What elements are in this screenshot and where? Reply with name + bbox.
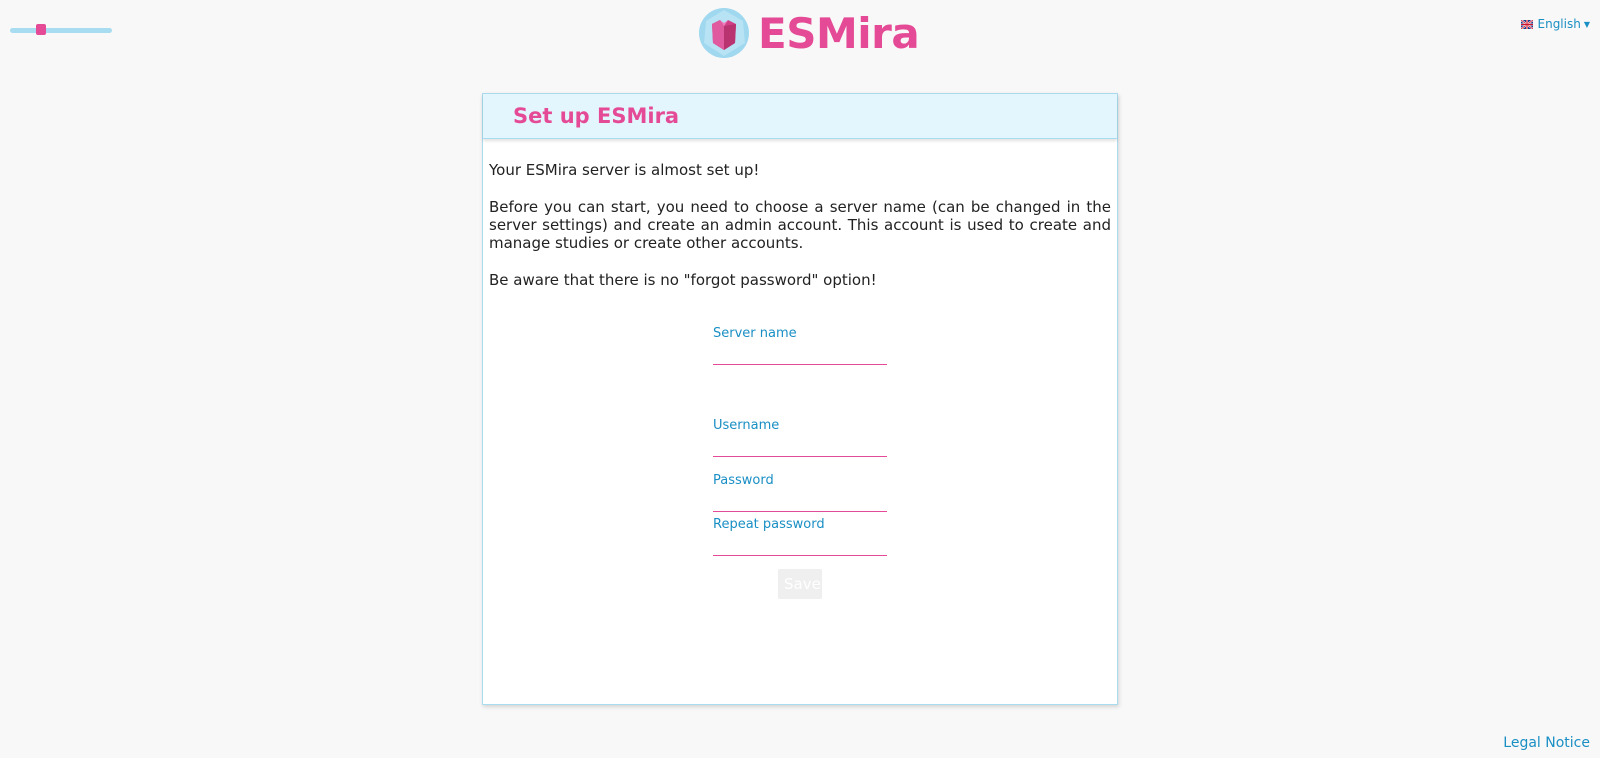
- top-bar: ESMira English ▼: [0, 0, 1600, 70]
- esmira-logo-icon: [699, 8, 749, 58]
- language-selector[interactable]: English ▼: [1520, 17, 1590, 31]
- legal-notice-link[interactable]: Legal Notice: [1503, 735, 1590, 751]
- brand-name: ESMira: [758, 8, 920, 58]
- zoom-slider[interactable]: [10, 24, 112, 35]
- repeat-password-input[interactable]: [713, 535, 887, 556]
- intro-text: Your ESMira server is almost set up!: [489, 161, 760, 179]
- description-text: Before you can start, you need to choose…: [489, 198, 1111, 252]
- uk-flag-icon: [1520, 19, 1533, 29]
- server-name-group: Server name: [713, 326, 887, 365]
- zoom-slider-thumb[interactable]: [36, 24, 46, 35]
- username-input[interactable]: [713, 436, 887, 457]
- zoom-slider-track[interactable]: [10, 28, 112, 33]
- repeat-password-group: Repeat password: [713, 517, 887, 556]
- server-name-label: Server name: [713, 326, 797, 341]
- password-label: Password: [713, 473, 774, 488]
- username-label: Username: [713, 418, 780, 433]
- password-input[interactable]: [713, 491, 887, 512]
- setup-card-body: Your ESMira server is almost set up! Bef…: [483, 139, 1117, 289]
- setup-card-header: Set up ESMira: [483, 94, 1117, 139]
- brand-logo: ESMira: [698, 7, 920, 59]
- server-name-input[interactable]: [713, 344, 887, 365]
- language-label[interactable]: English: [1538, 17, 1581, 31]
- password-group: Password: [713, 473, 887, 512]
- warning-text: Be aware that there is no "forgot passwo…: [489, 271, 877, 289]
- save-button[interactable]: Save: [778, 569, 822, 599]
- repeat-password-label: Repeat password: [713, 517, 825, 532]
- caret-down-icon[interactable]: ▼: [1584, 20, 1590, 29]
- username-group: Username: [713, 418, 887, 457]
- page-title: Set up ESMira: [513, 104, 680, 128]
- setup-card: Set up ESMira Your ESMira server is almo…: [482, 93, 1118, 705]
